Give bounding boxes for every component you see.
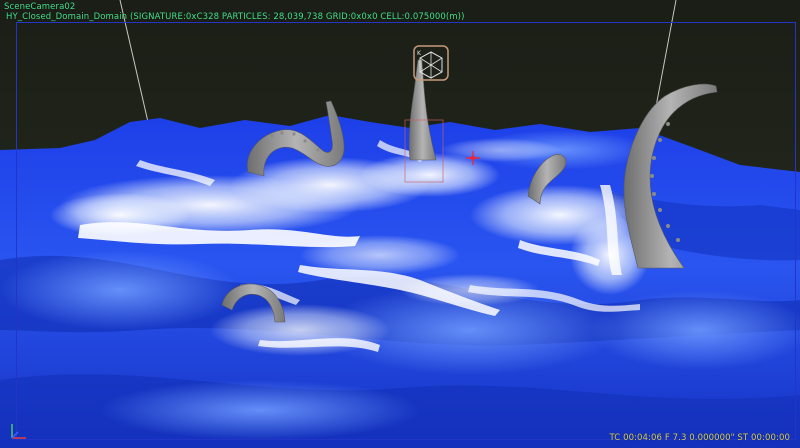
- axis-gizmo-icon: [11, 424, 26, 439]
- viewport-3d[interactable]: K SceneCamera02 HY_Closed_Domain_Domain …: [0, 0, 800, 448]
- light-patch: [0, 250, 240, 330]
- light-patch: [100, 380, 420, 440]
- timecode-readout: TC 00:04:06 F 7.3 0.000000" ST 00:00:00: [609, 433, 790, 443]
- ocean-simulation-scene[interactable]: K: [0, 0, 800, 448]
- light-patch: [590, 290, 800, 370]
- camera-name-label: SceneCamera02: [4, 2, 76, 12]
- domain-info-label: HY_Closed_Domain_Domain (SIGNATURE:0xC32…: [6, 12, 465, 22]
